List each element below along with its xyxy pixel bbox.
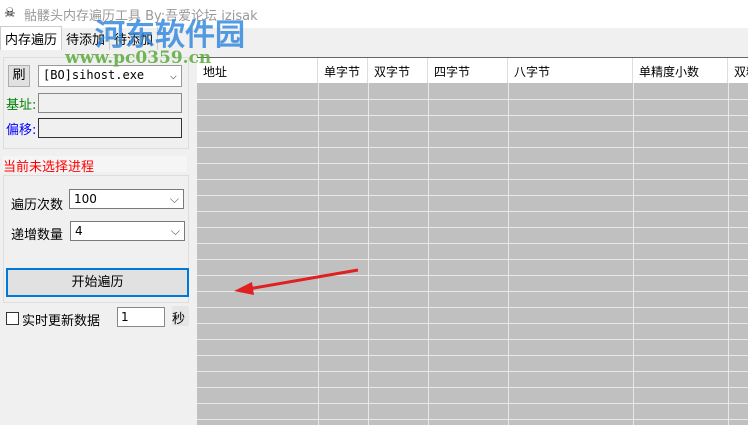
- red-arrow-annotation: [234, 268, 359, 295]
